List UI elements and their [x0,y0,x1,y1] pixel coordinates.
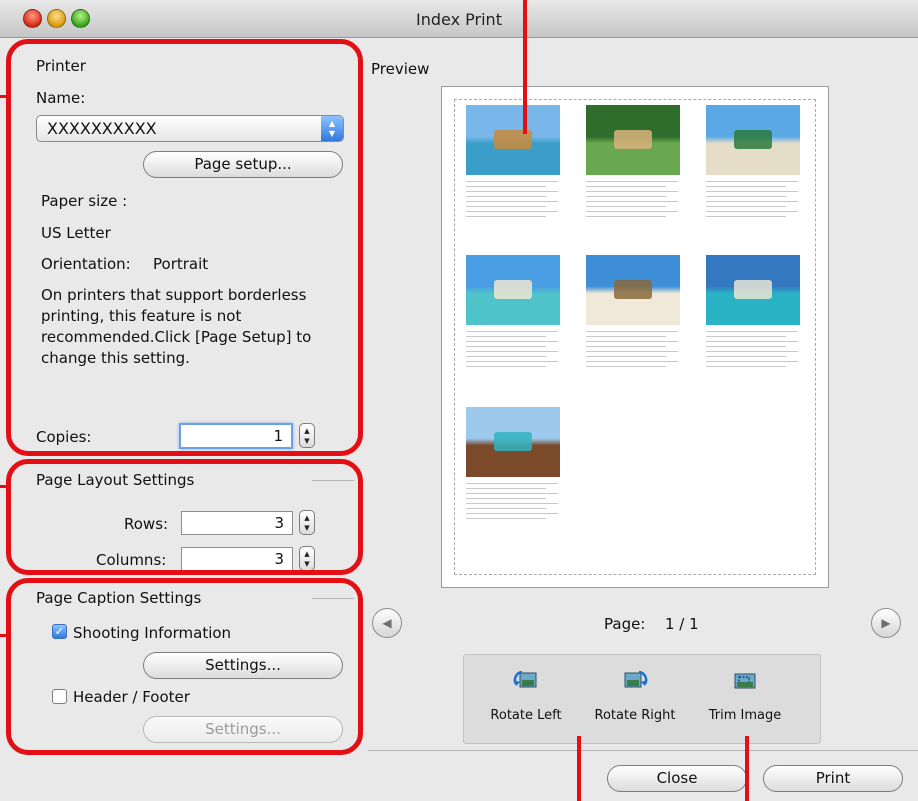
thumbnail-caption [586,181,682,221]
printer-callout-frame [6,39,363,456]
thumbnail-subject [734,129,772,150]
thumbnail-subject [494,279,532,300]
thumbnail-caption [466,331,562,371]
layout-callout-frame [6,459,363,575]
printer-leader-line [0,95,9,98]
trim-image-icon [734,673,756,689]
thumbnail-boat-pier[interactable] [466,105,560,175]
index-print-window: Index Print Printer Name: XXXXXXXXXX ▲ ▼ … [0,0,918,801]
rotate-right-button[interactable]: Rotate Right [585,668,685,723]
thumbnail-subject [614,279,652,300]
thumbnail-subject [494,431,532,452]
thumbnail-caption [706,331,802,371]
arrow-right-icon: ▶ [881,616,891,630]
thumbnail-jungle-palm[interactable] [586,105,680,175]
thumbnail-caption [706,181,802,221]
thumbnail-ocean-horizon[interactable] [706,255,800,325]
thumbnail-caption [466,181,562,221]
close-button[interactable]: Close [607,765,747,792]
window-title: Index Print [416,10,502,29]
next-page-button[interactable]: ▶ [871,608,901,638]
previous-page-button[interactable]: ◀ [372,608,402,638]
print-button[interactable]: Print [763,765,903,792]
thumbnail-lagoon-shore[interactable] [466,255,560,325]
trim-image-label: Trim Image [708,708,782,723]
thumbnail-water-bungalows[interactable] [466,407,560,477]
preview-leader-line [523,0,527,134]
page-label: Page: [604,615,646,633]
page-value: 1 / 1 [665,615,699,633]
footer-separator [368,750,918,751]
thumbnail-beach-umbrella[interactable] [586,255,680,325]
image-toolbar: Rotate Left Rotate Right Trim Image [463,654,821,744]
rotate-right-icon [624,670,648,688]
title-bar: Index Print [0,0,918,38]
rotate-left-icon [513,670,537,688]
arrow-left-icon: ◀ [382,616,392,630]
trim-image-button[interactable]: Trim Image [695,668,795,723]
thumbnail-caption [466,483,562,523]
trim-leader-line [745,736,749,801]
thumbnail-subject [614,129,652,150]
preview-page [441,86,829,588]
rotate-right-label: Rotate Right [594,708,676,723]
thumbnail-subject [734,279,772,300]
rotate-left-label: Rotate Left [490,708,562,723]
thumbnail-caption [586,331,682,371]
rotate-left-button[interactable]: Rotate Left [476,668,576,723]
layout-leader-line [0,485,9,488]
caption-callout-frame [6,578,363,755]
thumbnail-beach-palm[interactable] [706,105,800,175]
caption-leader-line [0,634,9,637]
rotate-leader-line [577,736,581,801]
preview-label: Preview [371,60,430,78]
